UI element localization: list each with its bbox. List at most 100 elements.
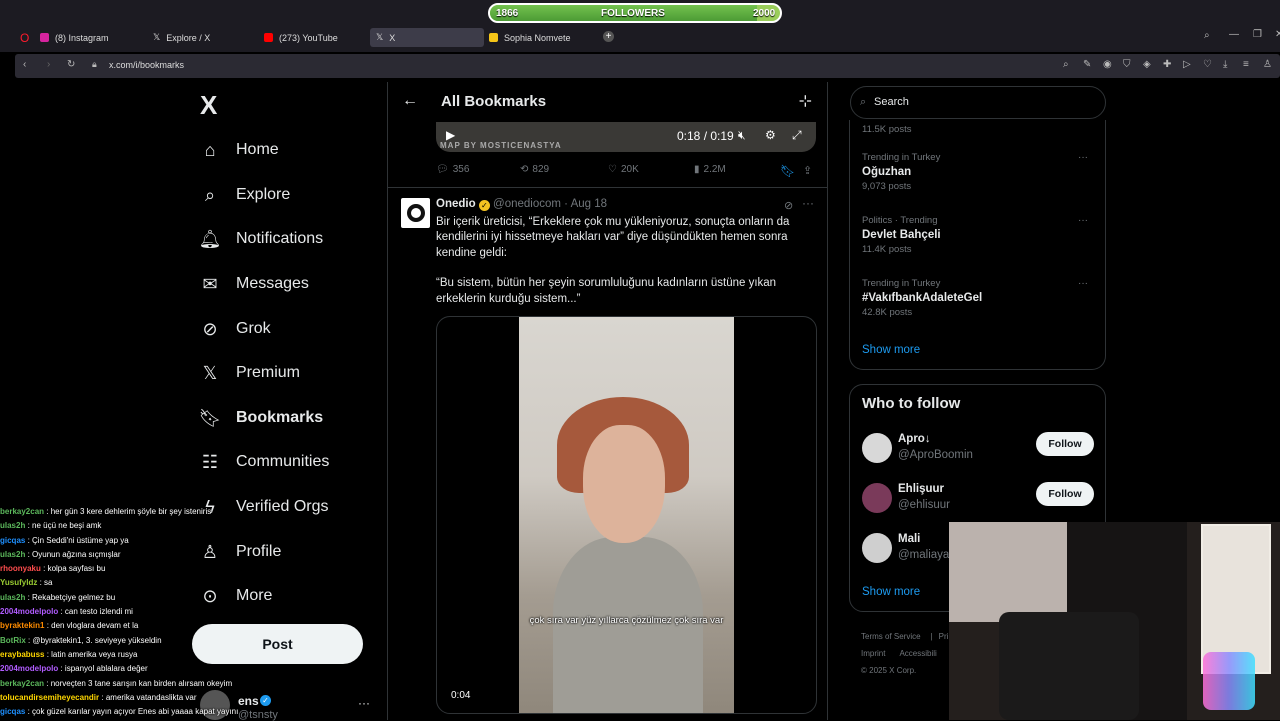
nav-item-communities[interactable]: ☷ Communities <box>198 444 329 480</box>
chat-text: sa <box>44 578 53 588</box>
chat-text: latin amerika veya rusya <box>51 649 138 659</box>
follow-button[interactable]: Follow <box>1036 432 1094 456</box>
tweet-header: Onedio ✓ @onediocom · Aug 18 <box>436 198 608 211</box>
address-bar[interactable]: ‹ › ↻ 🔒︎ x.com/i/bookmarks ⌕ ✎ ◉ ⛉ ◈ ✚ ▷… <box>15 54 1280 78</box>
zoom-icon[interactable]: ⌕ <box>1063 60 1069 70</box>
tab-x-active[interactable]: 𝕏X <box>370 28 484 47</box>
fullscreen-icon[interactable]: ⤢ <box>792 128 802 143</box>
new-tab-icon[interactable]: + <box>603 31 614 42</box>
more-icon[interactable]: ··· <box>802 196 814 210</box>
follow-suggestion[interactable]: Ehlişuur @ehlisuur Follow <box>862 481 1102 521</box>
author-handle[interactable]: @onediocom <box>493 198 561 210</box>
more-icon[interactable]: ··· <box>1078 278 1088 289</box>
chat-user: Yusufyldz <box>0 578 38 588</box>
bookmark-folder-add-icon[interactable]: ⊹ <box>799 91 812 111</box>
nav-item-notifications[interactable]: 🔔︎ Notifications <box>198 221 324 257</box>
tab-youtube[interactable]: (273) YouTube <box>258 28 368 47</box>
bookmark-icon[interactable]: 🔖︎ <box>780 164 795 178</box>
search-tabs-icon[interactable]: ⌕ <box>1204 31 1210 41</box>
extension-icon[interactable]: ✚ <box>1163 60 1171 70</box>
trend-item[interactable]: Trending in Turkey #VakıfbankAdaleteGel 42… <box>862 278 1100 318</box>
views-button[interactable]: ▮ 2.2M <box>694 164 726 175</box>
retweet-icon: ⟲ <box>520 164 529 175</box>
video-frame <box>519 317 734 713</box>
follow-button[interactable]: Follow <box>1036 482 1094 506</box>
x-logo[interactable]: X <box>200 90 217 121</box>
close-window-icon[interactable]: ✕ <box>1275 30 1280 40</box>
chat-text: çok güzel karılar yayın açıyor Enes abi … <box>32 707 239 717</box>
follow-suggestion[interactable]: Apro↓ @AproBoomin Follow <box>862 431 1102 471</box>
like-button[interactable]: ♡ 20K <box>608 164 639 175</box>
forward-icon[interactable]: › <box>47 60 50 70</box>
tab-instagram[interactable]: (8) Instagram <box>34 28 144 47</box>
rgb-lamp <box>1203 652 1255 710</box>
vpn-icon[interactable]: ◈ <box>1143 60 1151 70</box>
edit-icon[interactable]: ✎ <box>1083 60 1091 70</box>
imprint-link[interactable]: Imprint Accessibili <box>861 645 961 662</box>
search-box[interactable]: ⌕ <box>850 86 1106 119</box>
maximize-icon[interactable]: ❐ <box>1253 30 1262 40</box>
author-name[interactable]: Onedio <box>436 198 476 210</box>
play-icon[interactable]: ▶ <box>446 128 455 142</box>
terms-link[interactable]: Terms of Service | Pri <box>861 628 961 645</box>
nav-item-home[interactable]: ⌂ Home <box>198 132 279 168</box>
nav-item-grok[interactable]: ⊘ Grok <box>198 311 270 347</box>
heart-icon[interactable]: ♡ <box>1203 60 1212 70</box>
back-arrow-icon[interactable]: ← <box>402 92 418 110</box>
show-more-link[interactable]: Show more <box>862 586 920 598</box>
tab-sophia-nomvete[interactable]: Sophia Nomvete <box>483 28 597 47</box>
chat-message: eraybabuss : latin amerika veya rusya <box>0 649 138 659</box>
menu-icon[interactable]: ≡ <box>1243 60 1249 70</box>
back-icon[interactable]: ‹ <box>23 60 26 70</box>
mute-icon[interactable]: 🔇︎ <box>738 128 746 143</box>
search-input[interactable] <box>874 96 1074 108</box>
chat-text: Rekabetçiye gelmez bu <box>32 592 116 602</box>
minimize-icon[interactable]: — <box>1229 30 1239 40</box>
bell-icon: 🔔︎ <box>198 228 222 249</box>
chat-user: 2004modelpolo <box>0 607 59 617</box>
play-icon[interactable]: ▷ <box>1183 60 1191 70</box>
account-icon[interactable]: ♙ <box>1263 60 1272 70</box>
shield-icon[interactable]: ⛉ <box>1123 60 1131 70</box>
nav-item-explore[interactable]: ⌕ Explore <box>198 177 290 213</box>
chat-user: gicqas <box>0 707 26 717</box>
more-icon[interactable]: ··· <box>1078 152 1088 163</box>
tweet2-video[interactable]: çok sıra var yüz yıllarca çözülmez çok s… <box>436 316 817 714</box>
retweet-button[interactable]: ⟲ 829 <box>520 164 549 175</box>
chat-message: BotRix : @byraktekin1, 3. seviyeye yükse… <box>0 635 162 645</box>
tweet-date[interactable]: Aug 18 <box>571 198 607 210</box>
tab-explore-x[interactable]: 𝕏 Explore / X <box>147 28 257 47</box>
youtube-icon <box>264 33 273 42</box>
video-credit: MAP BY MOSTICENASTYA <box>440 141 562 150</box>
download-icon[interactable]: ⤓ <box>1223 60 1227 70</box>
more-icon[interactable]: ··· <box>1078 215 1088 226</box>
tweet1-actions: 💬︎ 356 ⟲ 829 ♡ 20K ▮ 2.2M 🔖︎ ⇪ <box>436 164 816 178</box>
reload-icon[interactable]: ↻ <box>67 60 75 70</box>
onedio-avatar[interactable] <box>401 198 430 228</box>
share-icon[interactable]: ⇪ <box>803 164 812 177</box>
chat-text: den vloglara devam et la <box>51 621 139 631</box>
nav-item-bookmarks[interactable]: 🔖︎ Bookmarks <box>198 400 324 436</box>
nav-item-messages[interactable]: ✉ Messages <box>198 266 308 302</box>
tweet1-video[interactable]: ▶ MAP BY MOSTICENASTYA 0:18 / 0:19 🔇︎ ⚙ … <box>436 122 816 152</box>
chat-message: Yusufyldz : sa <box>0 578 53 588</box>
url-text[interactable]: x.com/i/bookmarks <box>109 60 184 70</box>
trend-item[interactable]: Trending in Turkey Oğuzhan 9,073 posts ··· <box>862 152 1100 192</box>
avatar[interactable] <box>862 483 892 513</box>
reply-button[interactable]: 💬︎ 356 <box>436 164 469 175</box>
opera-logo-icon[interactable]: O <box>20 32 29 44</box>
chat-user: rhoonyaku <box>0 564 41 574</box>
follower-goal-bar: 1866 FOLLOWERS 2000 <box>488 3 782 23</box>
envelope-icon: ✉ <box>202 273 218 294</box>
trend-item[interactable]: Politics · Trending Devlet Bahçeli 11.4K p… <box>862 215 1100 255</box>
nav-item-premium[interactable]: 𝕏 Premium <box>198 355 300 391</box>
trend-partial[interactable]: 11.5K posts <box>862 121 1100 135</box>
avatar[interactable] <box>862 533 892 563</box>
people-icon: ☷ <box>201 451 219 472</box>
camera-icon[interactable]: ◉ <box>1103 60 1112 70</box>
grok-icon[interactable]: ⊘ <box>784 199 793 212</box>
show-more-link[interactable]: Show more <box>862 344 920 356</box>
more-icon[interactable]: ··· <box>358 696 370 710</box>
settings-icon[interactable]: ⚙ <box>765 128 776 142</box>
avatar[interactable] <box>862 433 892 463</box>
